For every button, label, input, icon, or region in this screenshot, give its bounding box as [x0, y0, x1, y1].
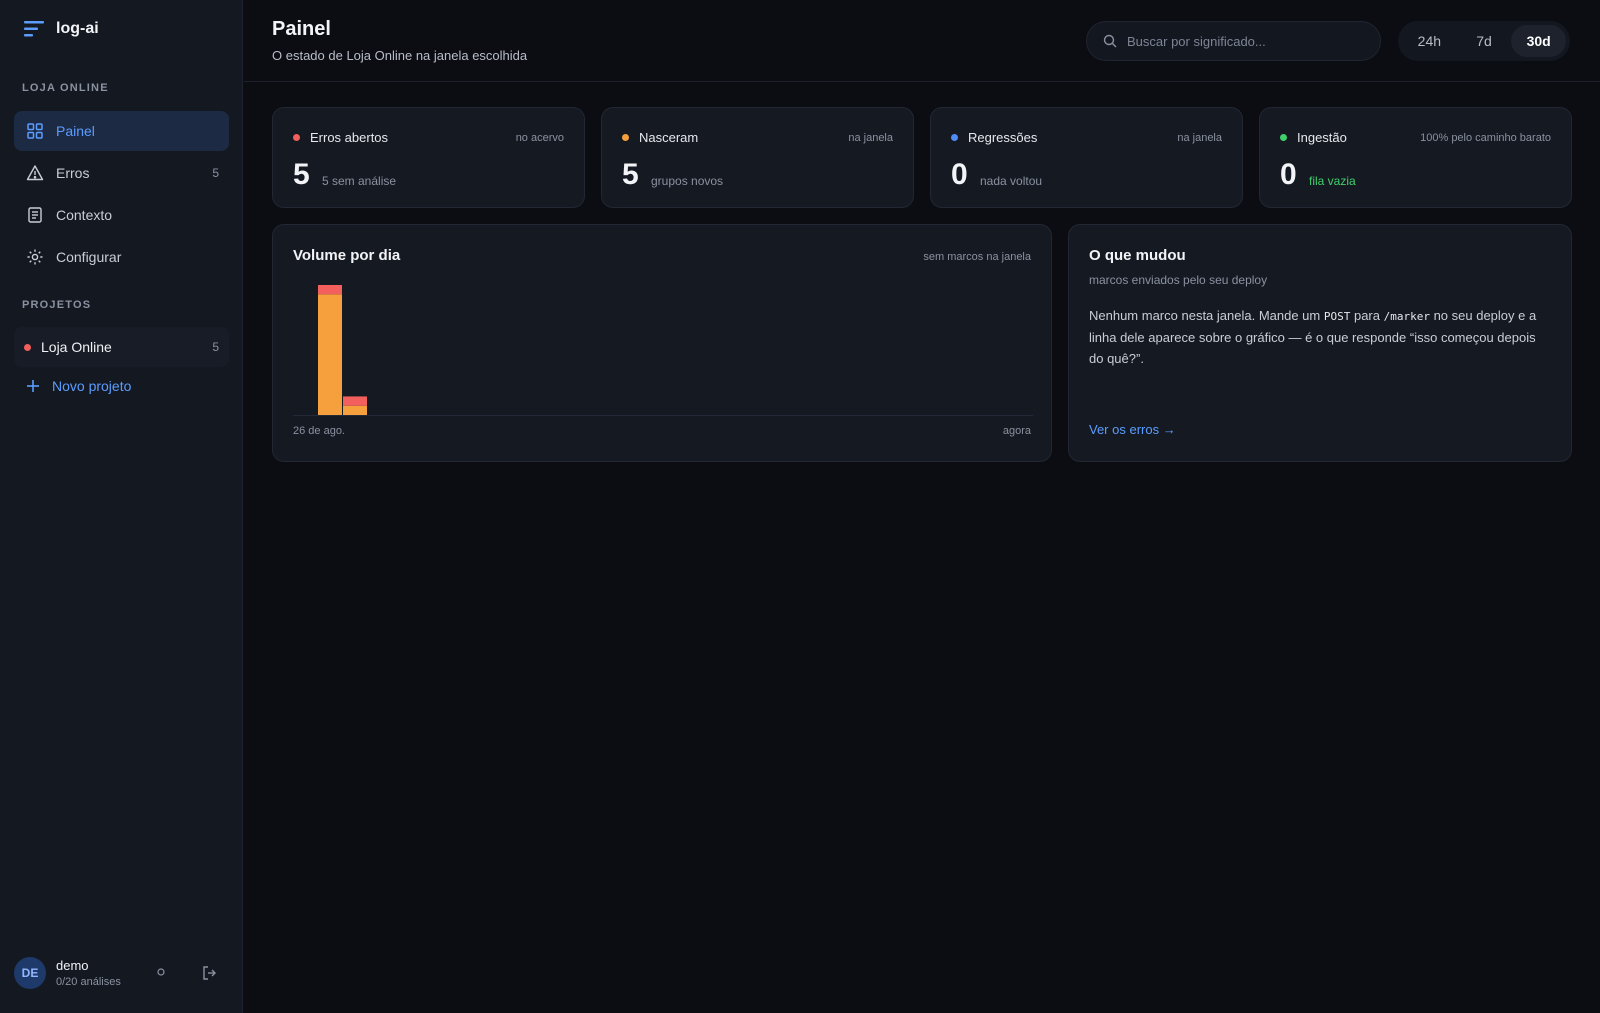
changes-text: para — [1350, 308, 1384, 323]
stat-card-ingestion[interactable]: Ingestão 100% pelo caminho barato 0 fila… — [1259, 107, 1572, 208]
stat-note: na janela — [1177, 132, 1222, 144]
sidebar-item-contexto[interactable]: Contexto — [14, 195, 229, 235]
gear-icon — [27, 249, 43, 265]
code-marker: /marker — [1383, 310, 1430, 323]
new-project-label: Novo projeto — [52, 378, 132, 394]
stat-note: no acervo — [515, 132, 564, 144]
stat-value: 5 — [622, 158, 639, 191]
stat-card-open-errors[interactable]: Erros abertos no acervo 5 5 sem análise — [272, 107, 585, 208]
document-icon — [28, 207, 42, 223]
stat-label: Ingestão — [1297, 130, 1347, 145]
stat-value: 0 — [951, 158, 968, 191]
range-24h[interactable]: 24h — [1402, 25, 1457, 57]
chart-note: sem marcos na janela — [923, 251, 1031, 263]
logo-icon — [24, 21, 44, 37]
x-axis-end-label: agora — [1002, 425, 1031, 437]
bar-day-1-series-1[interactable] — [318, 294, 342, 415]
bar-day-1-series-2[interactable] — [318, 285, 342, 295]
stat-label: Regressões — [968, 130, 1038, 145]
project-label: Loja Online — [41, 339, 112, 355]
sidebar: log-ai LOJA ONLINE Painel Erros 5 Contex… — [0, 0, 243, 1013]
stat-value: 0 — [1280, 158, 1297, 191]
section-label-store: LOJA ONLINE — [22, 82, 109, 94]
app-name: log-ai — [56, 20, 99, 37]
stat-note: na janela — [848, 132, 893, 144]
page-subtitle: O estado de Loja Online na janela escolh… — [272, 48, 528, 63]
grid-icon — [27, 123, 43, 139]
project-status-dot — [24, 343, 31, 351]
changes-text: Nenhum marco nesta janela. Mande um — [1089, 308, 1324, 323]
range-30d[interactable]: 30d — [1511, 25, 1567, 57]
plus-icon — [27, 380, 39, 392]
changes-subtitle: marcos enviados pelo seu deploy — [1089, 273, 1268, 287]
stat-note: 100% pelo caminho barato — [1420, 132, 1551, 144]
volume-chart-card: Volume por dia sem marcos na janela 26 d… — [272, 224, 1052, 462]
changes-body: Nenhum marco nesta janela. Mande um POST… — [1089, 305, 1549, 369]
volume-chart — [293, 285, 1033, 416]
stat-sub: nada voltou — [980, 174, 1043, 188]
stat-value: 5 — [293, 158, 310, 191]
chart-title: Volume por dia — [293, 247, 401, 264]
new-project-button[interactable]: Novo projeto — [26, 378, 131, 394]
sidebar-item-label: Configurar — [56, 249, 122, 265]
sidebar-item-configurar[interactable]: Configurar — [14, 237, 229, 277]
stat-label: Erros abertos — [310, 130, 389, 145]
brand[interactable]: log-ai — [24, 20, 99, 38]
warning-icon — [26, 165, 44, 181]
stat-card-regressions[interactable]: Regressões na janela 0 nada voltou — [930, 107, 1243, 208]
bar-day-2-series-2[interactable] — [343, 396, 367, 406]
avatar: DE — [14, 957, 46, 989]
search-input[interactable] — [1127, 33, 1367, 49]
sidebar-item-count: 5 — [212, 166, 219, 180]
status-dot — [951, 134, 958, 141]
bar-day-2-series-1[interactable] — [343, 405, 367, 415]
project-item-loja-online[interactable]: Loja Online 5 — [14, 327, 229, 367]
view-errors-link[interactable]: Ver os erros → — [1089, 422, 1176, 437]
stat-label: Nasceram — [639, 130, 699, 145]
status-dot — [622, 134, 629, 141]
sidebar-item-painel[interactable]: Painel — [14, 111, 229, 151]
changes-card: O que mudou marcos enviados pelo seu dep… — [1068, 224, 1572, 462]
sidebar-item-label: Erros — [56, 165, 90, 181]
search-icon — [1103, 34, 1117, 48]
logout-icon[interactable] — [202, 965, 216, 981]
sidebar-item-erros[interactable]: Erros 5 — [14, 153, 229, 193]
sidebar-item-label: Contexto — [56, 207, 113, 223]
section-label-projects: PROJETOS — [22, 299, 92, 311]
user-name: demo — [56, 958, 89, 973]
page-title: Painel — [272, 18, 331, 40]
stat-card-new-groups[interactable]: Nasceram na janela 5 grupos novos — [601, 107, 914, 208]
status-dot — [293, 134, 300, 141]
status-dot — [1280, 134, 1287, 141]
changes-title: O que mudou — [1089, 247, 1186, 264]
range-7d[interactable]: 7d — [1457, 25, 1512, 57]
stat-sub: grupos novos — [651, 174, 724, 188]
sidebar-item-label: Painel — [56, 123, 95, 139]
stat-sub: 5 sem análise — [322, 174, 397, 188]
stat-sub: fila vazia — [1309, 174, 1356, 188]
code-post: POST — [1323, 310, 1351, 323]
theme-toggle-icon[interactable] — [155, 966, 167, 978]
user-box[interactable]: DE demo 0/20 análises — [14, 957, 121, 989]
header: Painel O estado de Loja Online na janela… — [244, 0, 1600, 82]
project-count: 5 — [212, 340, 219, 354]
x-axis-start-label: 26 de ago. — [293, 425, 345, 437]
range-selector: 24h 7d 30d — [1398, 21, 1570, 61]
search-box[interactable] — [1086, 21, 1381, 61]
user-usage: 0/20 análises — [56, 976, 121, 988]
